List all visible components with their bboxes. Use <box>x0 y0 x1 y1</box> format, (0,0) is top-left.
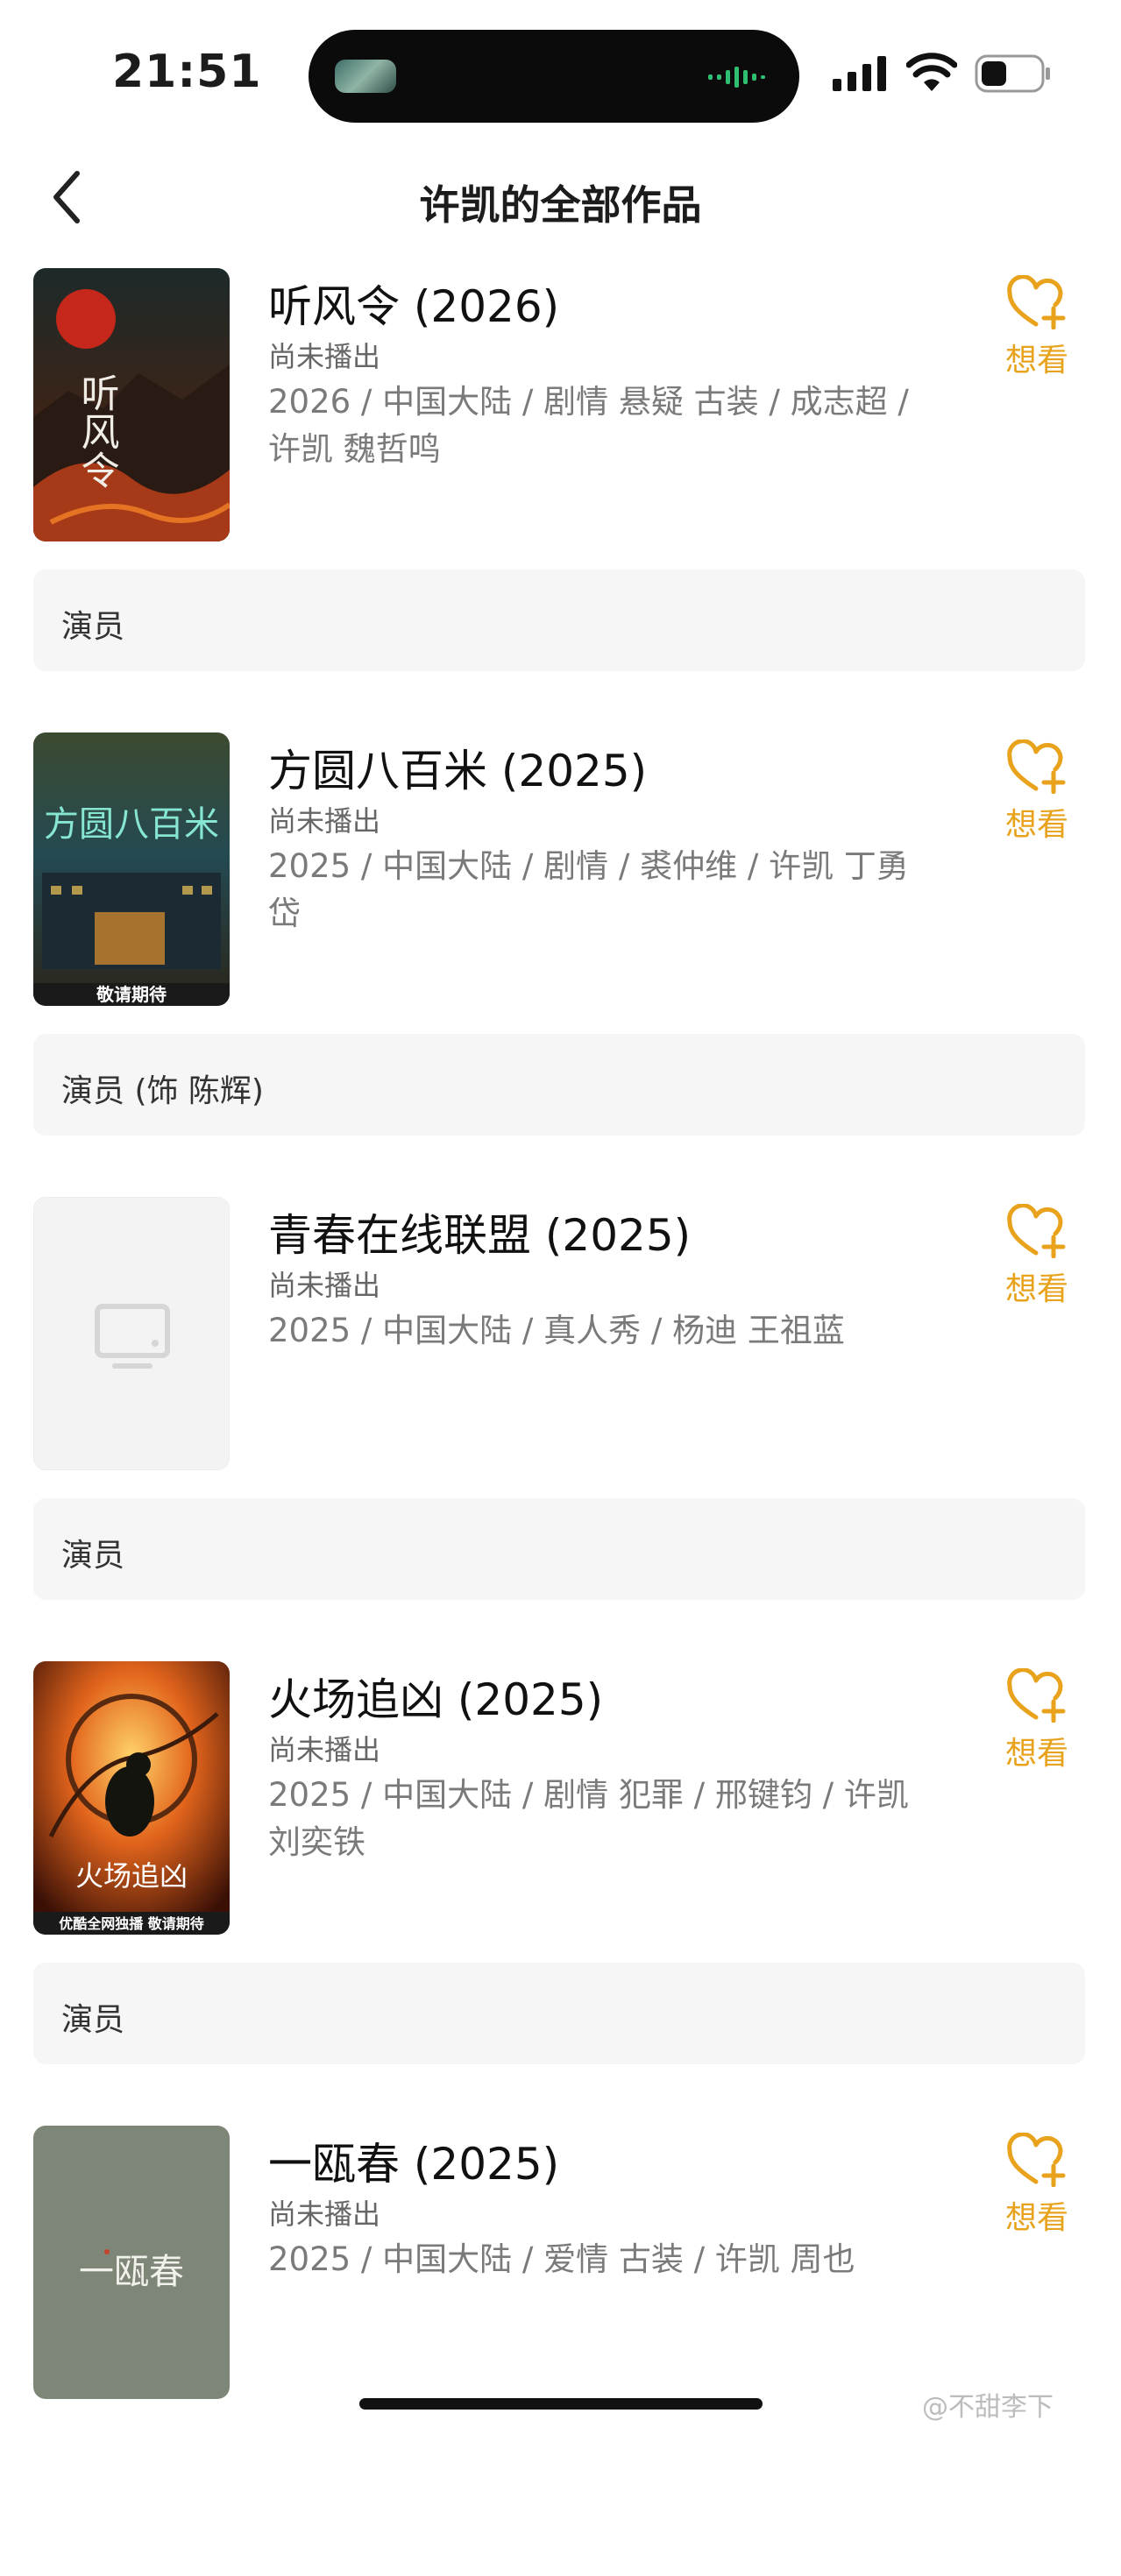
home-indicator[interactable] <box>359 2398 763 2410</box>
role-box: 演员 <box>33 1498 1085 1600</box>
role-text: 演员 <box>61 609 125 645</box>
wifi-icon <box>906 53 957 91</box>
work-title[interactable]: 火场追凶 (2025) <box>268 1665 603 1728</box>
role-box: 演员 (饰 陈辉) <box>33 1034 1085 1136</box>
tv-icon <box>95 1304 170 1369</box>
work-meta: 2025 / 中国大陆 / 剧情 / 裘仲维 / 许凯 丁勇岱 <box>268 847 909 932</box>
poster-caption: 敬请期待 <box>96 984 167 1005</box>
role-box: 演员 <box>33 570 1085 671</box>
want-to-watch-label: 想看 <box>1004 2200 1068 2236</box>
now-playing-thumbnail <box>335 60 396 93</box>
battery-icon <box>975 54 1050 93</box>
dynamic-island <box>309 30 799 123</box>
role-text: 演员 (饰 陈辉) <box>61 1073 264 1109</box>
want-to-watch-label: 想看 <box>1004 1736 1068 1772</box>
air-status: 尚未播出 <box>268 2197 381 2231</box>
role-text: 演员 <box>61 2002 125 2038</box>
status-bar: 21:51 <box>0 0 1121 131</box>
want-to-watch-button[interactable]: 想看 <box>989 1204 1085 1309</box>
heart-plus-icon <box>1007 740 1066 794</box>
air-status: 尚未播出 <box>268 1733 381 1766</box>
want-to-watch-button[interactable]: 想看 <box>989 2133 1085 2238</box>
heart-plus-icon <box>1007 2133 1066 2187</box>
list-item[interactable]: 一瓯春 一瓯春 (2025) 尚未播出 2025 / 中国大陆 / 爱情 古装 … <box>0 2112 1121 2576</box>
page-title: 许凯的全部作品 <box>419 181 702 229</box>
heart-plus-icon <box>1007 1204 1066 1258</box>
poster-image[interactable]: 一瓯春 <box>33 2126 230 2399</box>
list-item[interactable]: 方圆八百米 敬请期待 方圆八百米 (2025) 尚未播出 2025 / 中国大陆… <box>0 718 1121 1183</box>
status-time: 21:51 <box>112 46 262 98</box>
poster-caption: 优酷全网独播 敬请期待 <box>59 1915 204 1932</box>
heart-plus-icon <box>1007 1668 1066 1723</box>
want-to-watch-button[interactable]: 想看 <box>989 740 1085 845</box>
heart-plus-icon <box>1007 275 1066 329</box>
audio-wave-icon <box>708 67 765 88</box>
work-title[interactable]: 方圆八百米 (2025) <box>268 736 647 799</box>
role-box: 演员 <box>33 1963 1085 2064</box>
air-status: 尚未播出 <box>268 804 381 838</box>
air-status: 尚未播出 <box>268 340 381 373</box>
poster-placeholder[interactable] <box>33 1197 230 1470</box>
poster-title: 一瓯春 <box>79 2252 184 2292</box>
navigation-bar: 许凯的全部作品 <box>0 140 1121 254</box>
work-meta: 2025 / 中国大陆 / 真人秀 / 杨迪 王祖蓝 <box>268 1312 845 1349</box>
work-meta: 2025 / 中国大陆 / 爱情 古装 / 许凯 周也 <box>268 2240 855 2278</box>
air-status: 尚未播出 <box>268 1269 381 1302</box>
want-to-watch-label: 想看 <box>1004 807 1068 843</box>
work-meta: 2025 / 中国大陆 / 剧情 犯罪 / 邢键钧 / 许凯 刘奕铁 <box>268 1776 909 1861</box>
list-item[interactable]: 火场追凶 优酷全网独播 敬请期待 火场追凶 (2025) 尚未播出 2025 /… <box>0 1647 1121 2112</box>
role-text: 演员 <box>61 1538 125 1574</box>
list-item[interactable]: 听风令 听风令 (2026) 尚未播出 2026 / 中国大陆 / 剧情 悬疑 … <box>0 254 1121 718</box>
poster-image[interactable]: 听风令 <box>33 268 230 541</box>
poster-image[interactable]: 火场追凶 优酷全网独播 敬请期待 <box>33 1661 230 1935</box>
want-to-watch-label: 想看 <box>1004 1271 1068 1307</box>
work-title[interactable]: 一瓯春 (2025) <box>268 2129 559 2192</box>
poster-title: 听风令 <box>74 373 119 489</box>
poster-title: 方圆八百米 <box>44 804 219 845</box>
work-title[interactable]: 青春在线联盟 (2025) <box>268 1200 691 1263</box>
want-to-watch-button[interactable]: 想看 <box>989 275 1085 380</box>
work-title[interactable]: 听风令 (2026) <box>268 272 559 335</box>
poster-title: 火场追凶 <box>75 1859 188 1893</box>
poster-image[interactable]: 方圆八百米 敬请期待 <box>33 732 230 1006</box>
watermark-text: @不甜李下 <box>922 2392 1054 2423</box>
work-meta: 2026 / 中国大陆 / 剧情 悬疑 古装 / 成志超 / 许凯 魏哲鸣 <box>268 383 909 468</box>
cellular-signal-icon <box>833 56 886 91</box>
want-to-watch-button[interactable]: 想看 <box>989 1668 1085 1773</box>
list-item[interactable]: 青春在线联盟 (2025) 尚未播出 2025 / 中国大陆 / 真人秀 / 杨… <box>0 1183 1121 1647</box>
want-to-watch-label: 想看 <box>1004 343 1068 379</box>
